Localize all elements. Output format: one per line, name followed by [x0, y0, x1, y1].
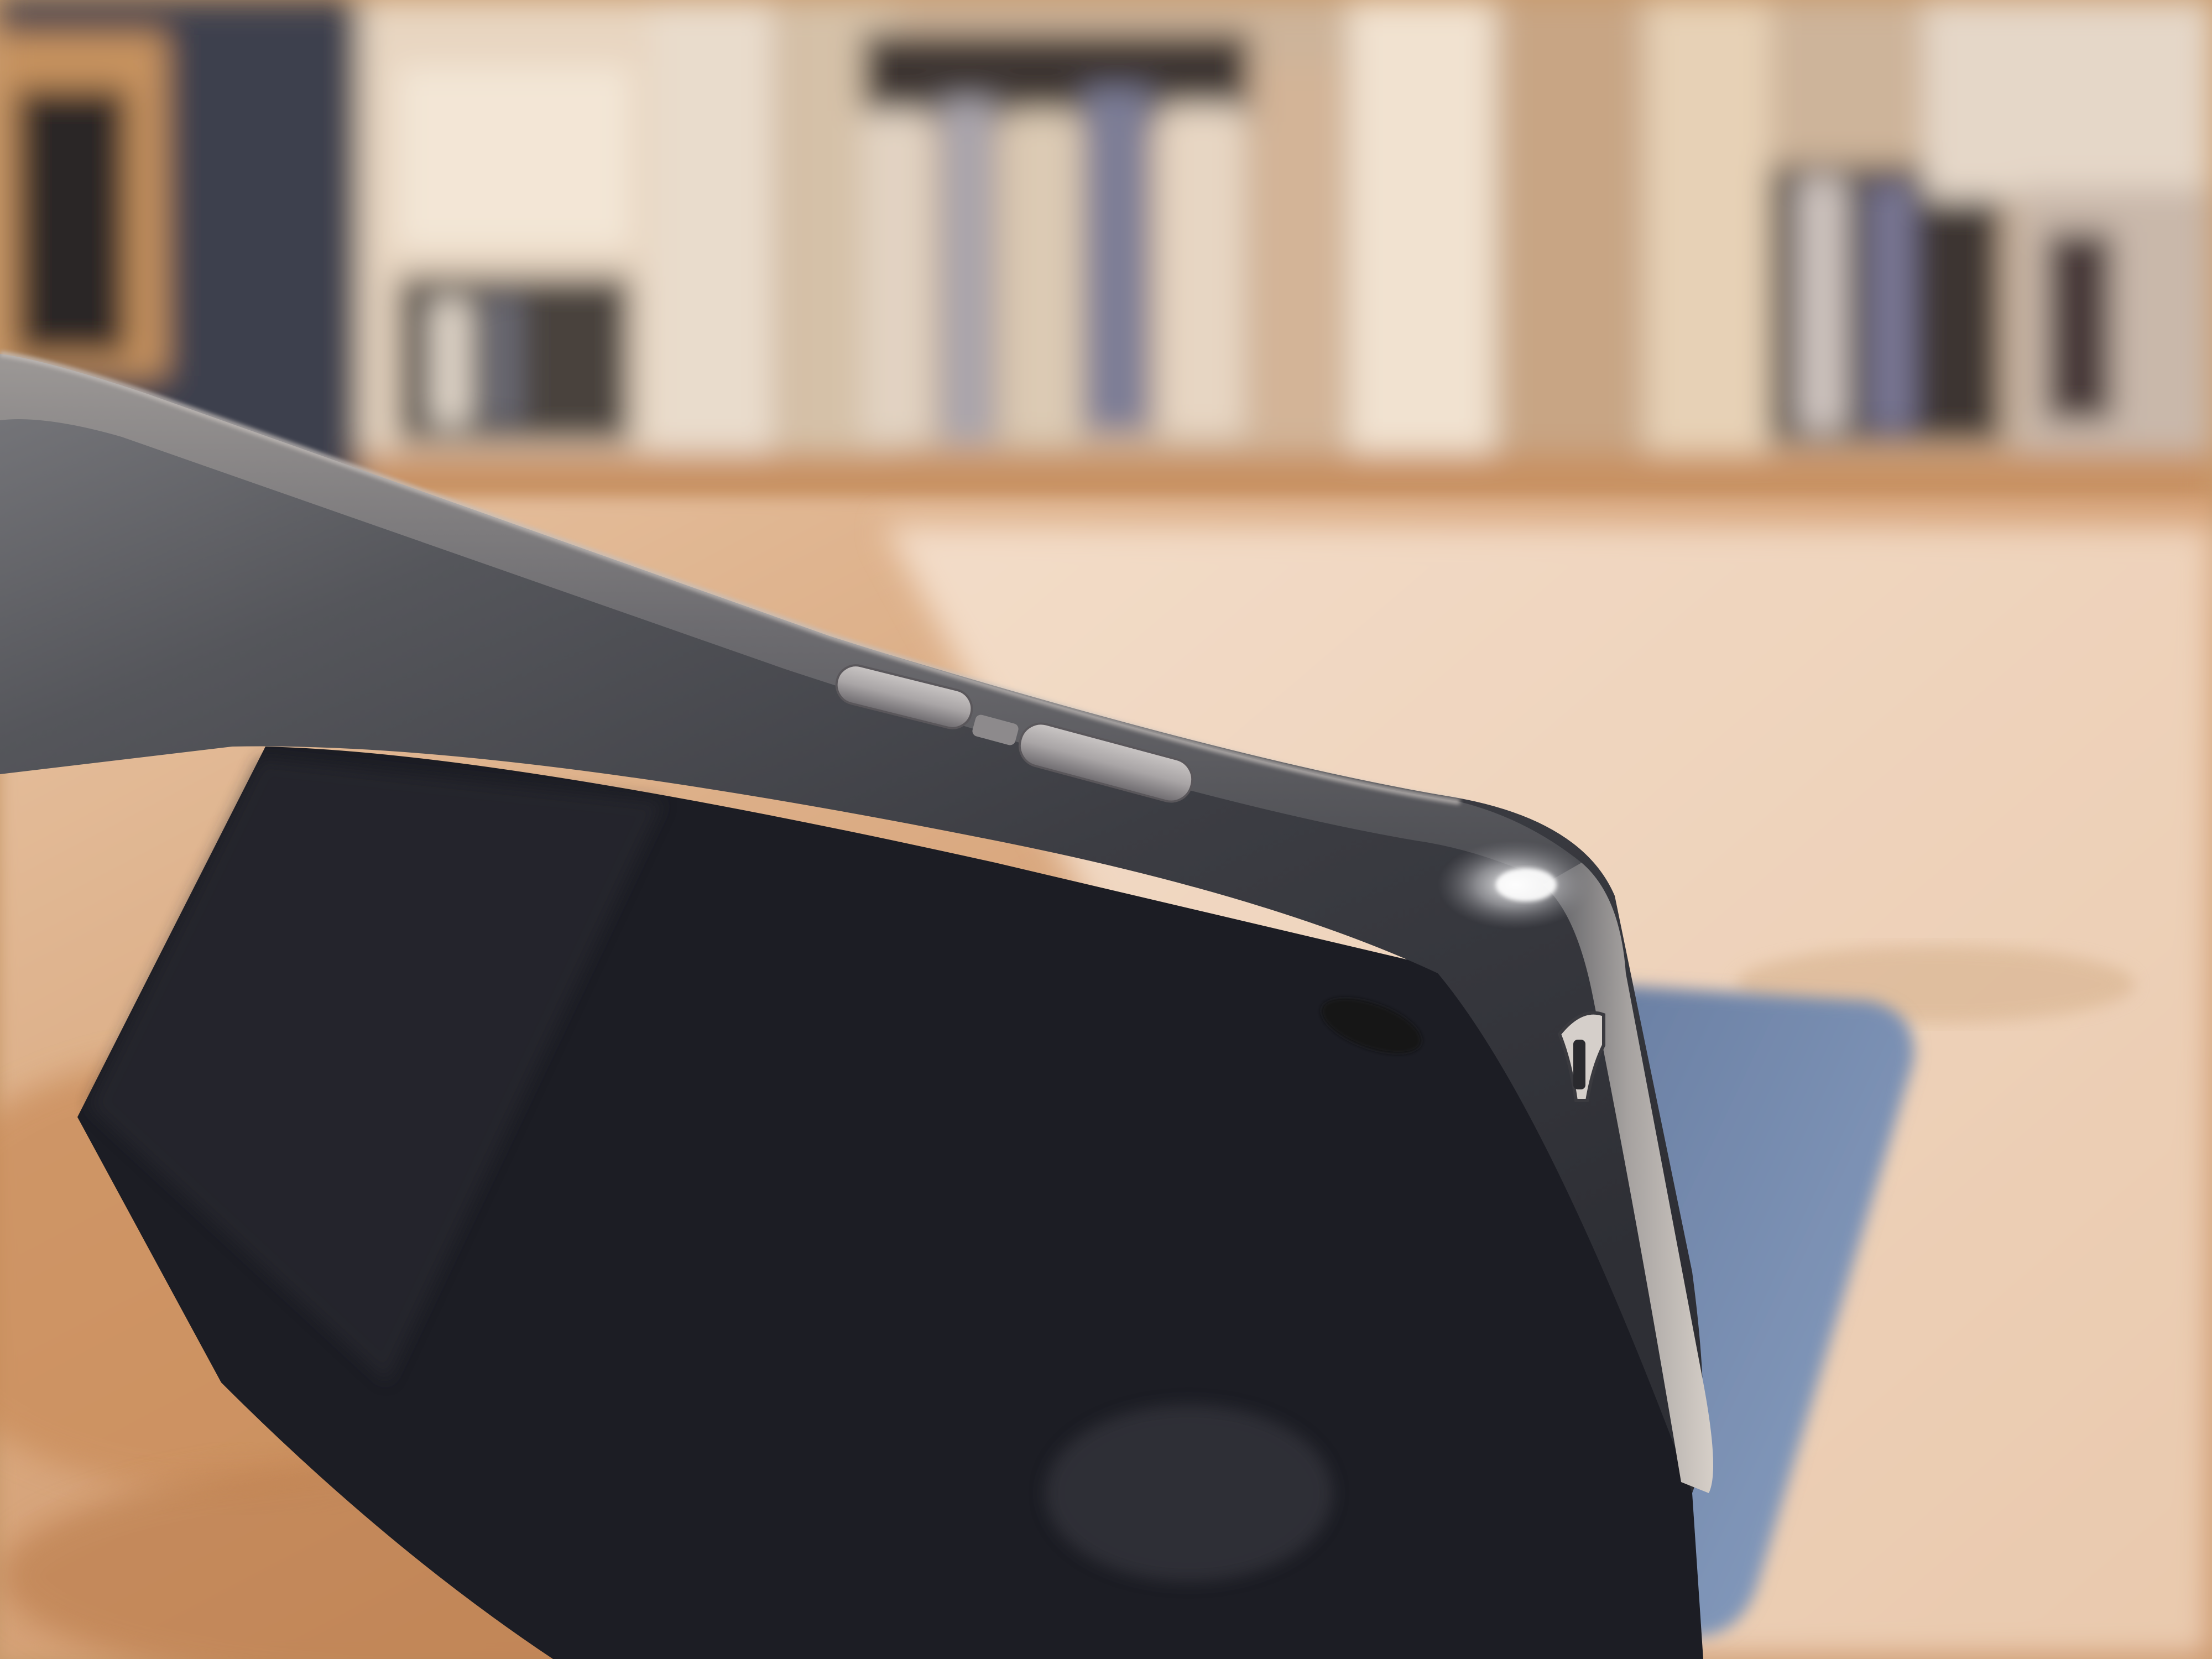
- photo-scene: [0, 0, 2212, 1659]
